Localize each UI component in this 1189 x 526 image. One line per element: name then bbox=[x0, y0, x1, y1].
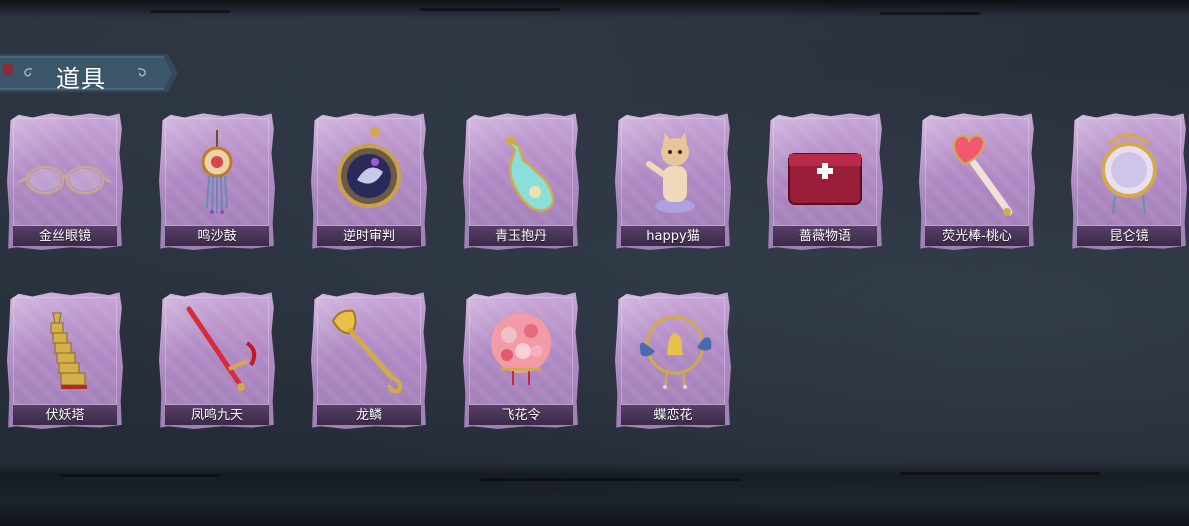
item-label: 龙鳞 bbox=[355, 408, 382, 423]
medkit-icon bbox=[788, 153, 862, 205]
item-card[interactable]: 荧光棒-桃心 bbox=[919, 112, 1035, 250]
item-label: 逆时审判 bbox=[342, 229, 395, 244]
item-label: 荧光棒-桃心 bbox=[942, 229, 1012, 244]
cat-figurine-icon bbox=[646, 132, 695, 213]
item-label: 飞花令 bbox=[501, 408, 541, 423]
item-card[interactable]: 飞花令 bbox=[463, 291, 579, 429]
item-label: 伏妖塔 bbox=[45, 408, 85, 423]
ornate-mirror-icon bbox=[1101, 133, 1157, 215]
section-title: 道具 bbox=[56, 65, 106, 93]
glasses-icon bbox=[18, 165, 112, 195]
swirl-left-icon bbox=[24, 68, 33, 77]
item-card[interactable]: happy猫 bbox=[615, 112, 731, 250]
item-label: 青玉抱丹 bbox=[494, 229, 547, 244]
item-label: 凤鸣九天 bbox=[190, 408, 243, 423]
item-card[interactable]: 伏妖塔 bbox=[7, 291, 123, 429]
jade-vase-icon bbox=[504, 136, 555, 212]
item-card[interactable]: 蝶恋花 bbox=[615, 291, 731, 429]
item-card[interactable]: 逆时审判 bbox=[311, 112, 427, 250]
ink-streak bbox=[60, 474, 220, 477]
item-label: 鸣沙鼓 bbox=[197, 229, 237, 244]
swirl-right-icon bbox=[137, 68, 146, 77]
item-card[interactable]: 金丝眼镜 bbox=[7, 112, 123, 250]
ink-streak bbox=[150, 10, 230, 13]
phoenix-sword-icon bbox=[186, 306, 257, 391]
item-card[interactable]: 蔷薇物语 bbox=[767, 112, 883, 250]
ink-streak bbox=[480, 478, 740, 481]
flower-bouquet-icon bbox=[491, 313, 551, 385]
pocket-watch-icon bbox=[337, 127, 401, 208]
item-label: happy猫 bbox=[646, 229, 700, 244]
item-label: 蔷薇物语 bbox=[798, 229, 851, 244]
item-card[interactable]: 龙鳞 bbox=[311, 291, 427, 429]
top-ink-border bbox=[0, 0, 1189, 18]
item-label: 金丝眼镜 bbox=[38, 229, 91, 244]
item-label: 昆仑镜 bbox=[1109, 229, 1149, 244]
item-card[interactable]: 凤鸣九天 bbox=[159, 291, 275, 429]
item-card[interactable]: 青玉抱丹 bbox=[463, 112, 579, 250]
golden-shovel-icon bbox=[331, 309, 402, 394]
section-header: 道具 bbox=[0, 54, 178, 93]
heart-wand-icon bbox=[953, 134, 1013, 216]
item-card[interactable]: 鸣沙鼓 bbox=[159, 112, 275, 250]
pagoda-icon bbox=[50, 312, 87, 389]
item-label: 蝶恋花 bbox=[653, 408, 693, 423]
ink-streak bbox=[900, 472, 1100, 475]
item-card[interactable]: 昆仑镜 bbox=[1071, 112, 1187, 250]
hand-drum-icon bbox=[201, 130, 233, 214]
ink-streak bbox=[420, 8, 560, 11]
butterfly-bell-icon bbox=[639, 315, 712, 389]
ink-streak bbox=[880, 12, 980, 15]
